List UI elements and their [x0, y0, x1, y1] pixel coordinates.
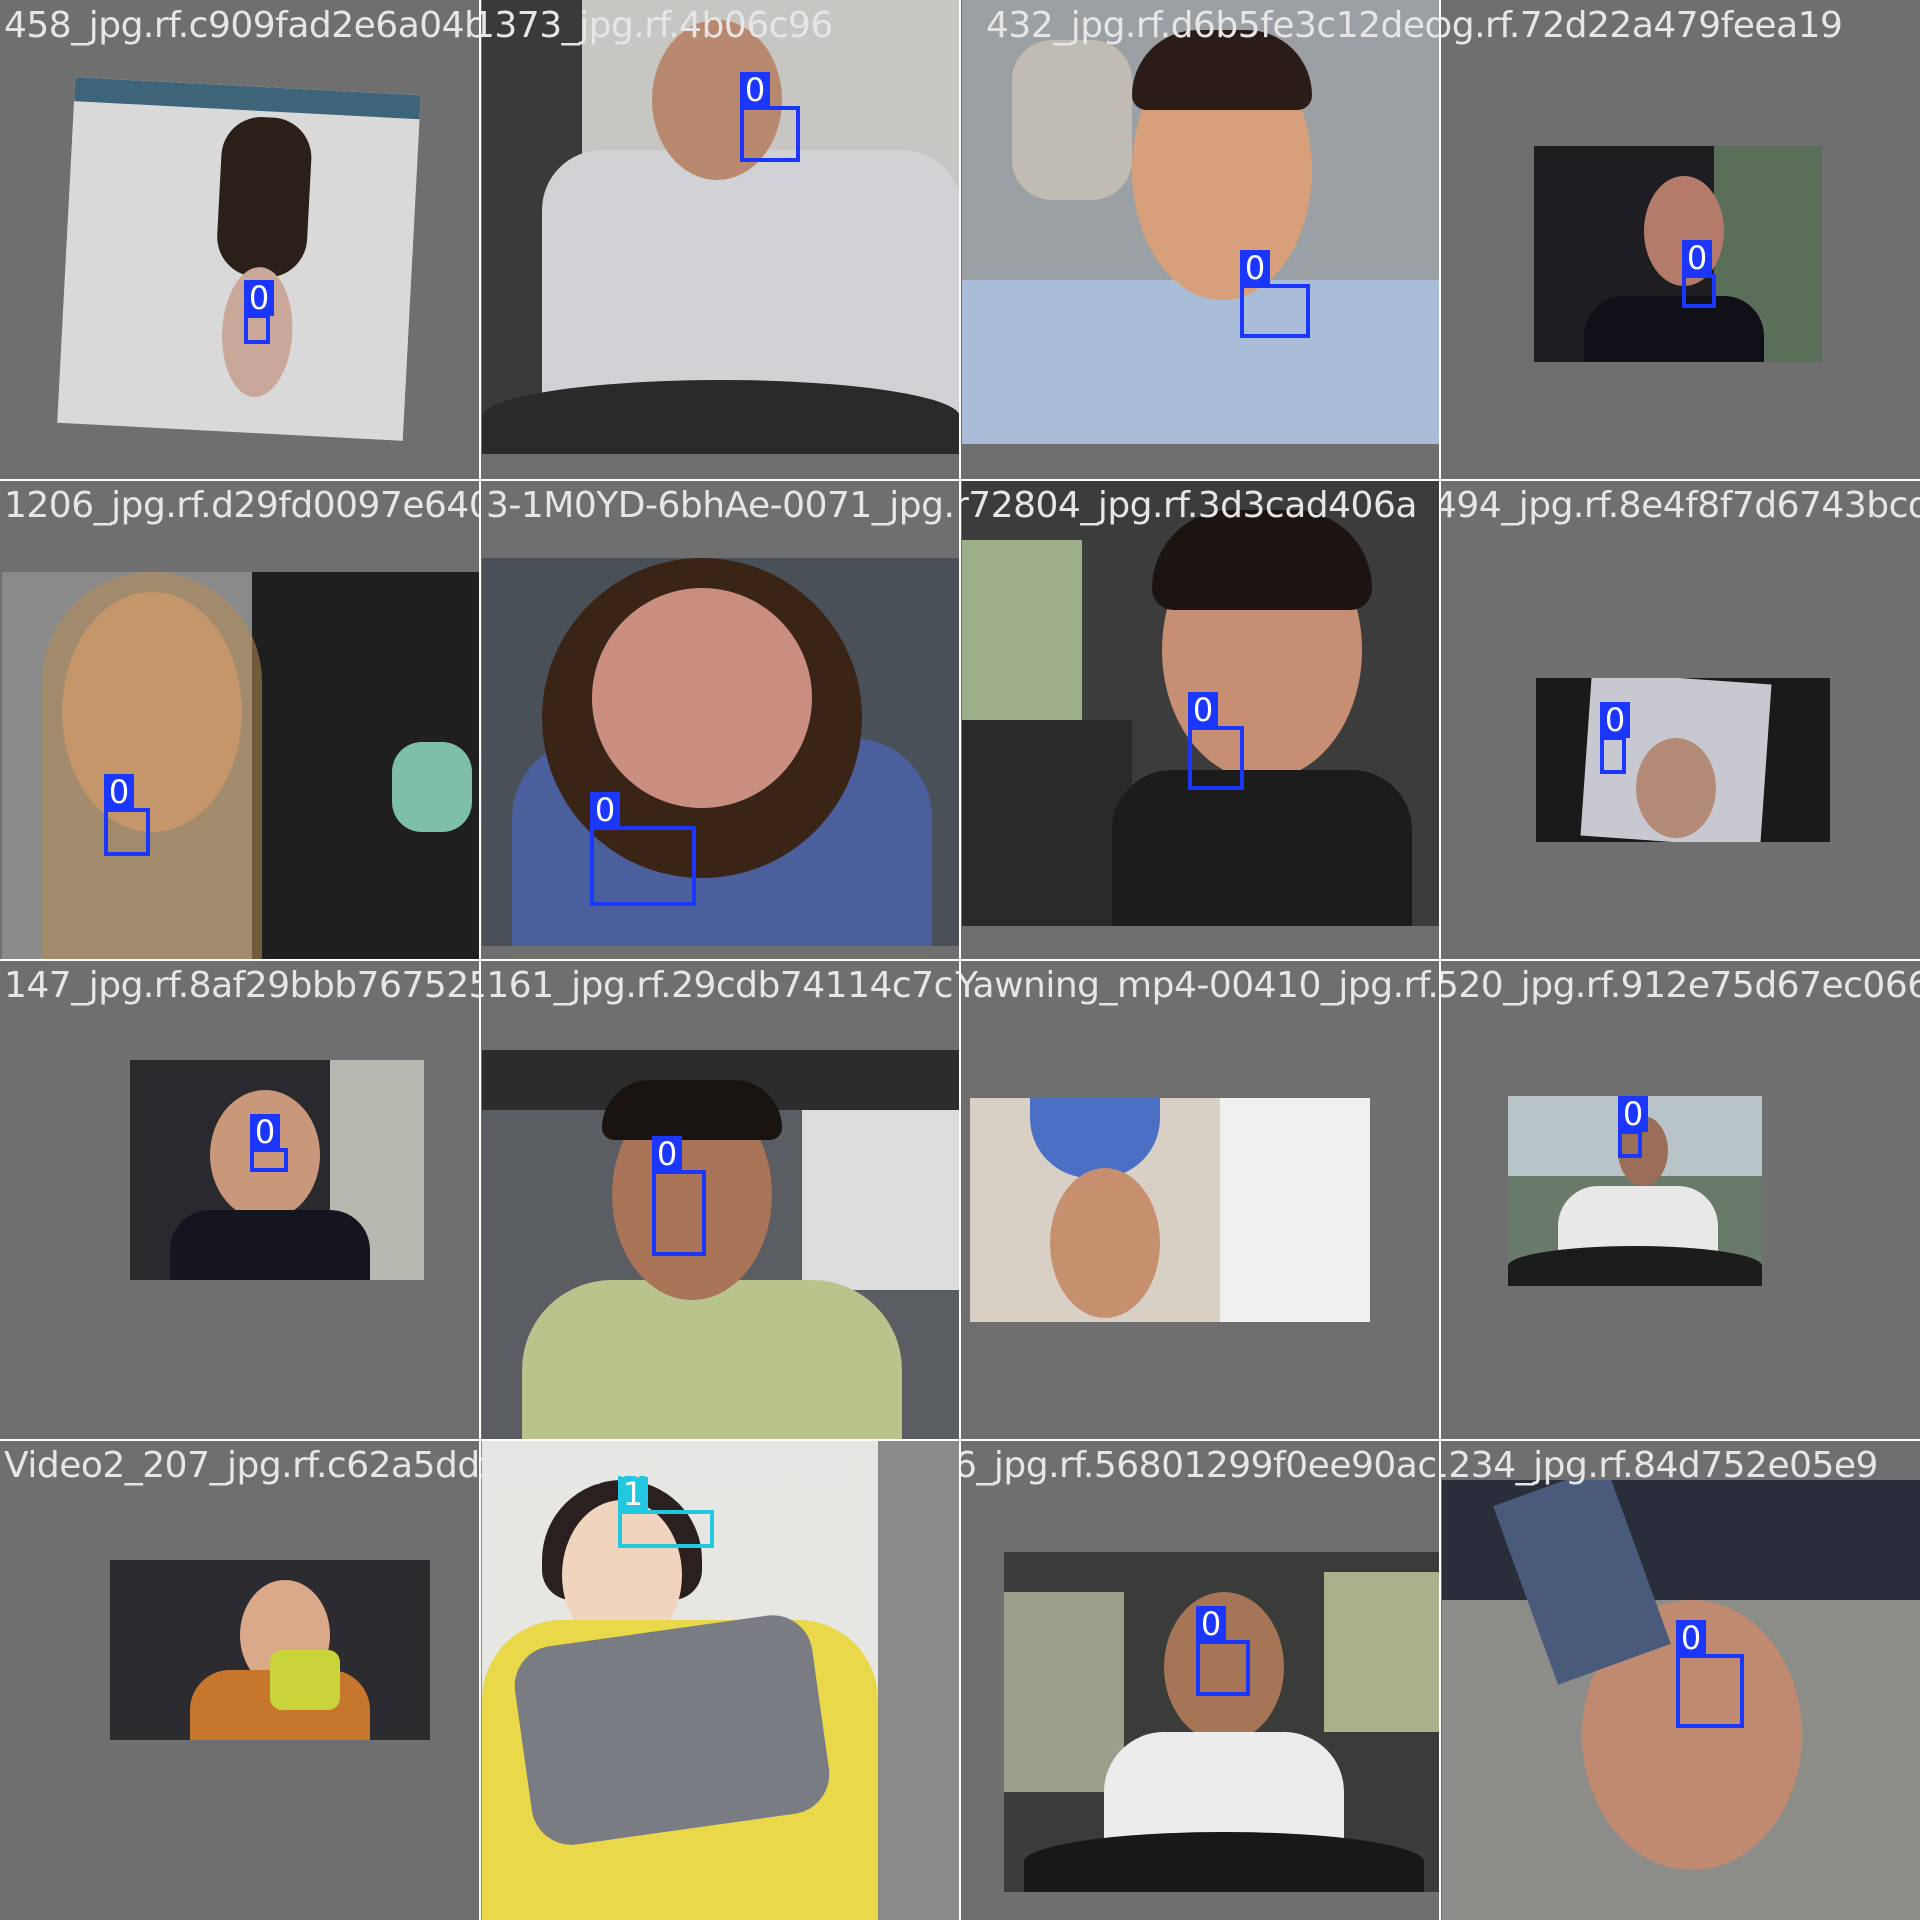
- detection-box: 0: [250, 1114, 288, 1172]
- image-filename: Yawning_mp4-00410_jpg.rf.be: [960, 965, 1440, 1006]
- tile-12: 0 520_jpg.rf.912e75d67ec0660c: [1440, 960, 1920, 1440]
- tile-8: 0 494_jpg.rf.8e4f8f7d6743bcdc: [1440, 480, 1920, 960]
- tile-16: 0 1234_jpg.rf.84d752e05e9: [1440, 1440, 1920, 1920]
- detection-box: 1: [618, 1476, 714, 1548]
- detection-mosaic: 0 458_jpg.rf.c909fad2e6a04b6e3ddbbb9cf82…: [0, 0, 1920, 1920]
- detection-box: 0: [1240, 250, 1310, 338]
- tile-image: [970, 1098, 1370, 1322]
- image-filename: 458_jpg.rf.c909fad2e6a04b6e3ddbbb9cf8267…: [4, 5, 480, 46]
- detection-box: 0: [1600, 702, 1630, 774]
- tile-1: 0 458_jpg.rf.c909fad2e6a04b6e3ddbbb9cf82…: [0, 0, 480, 480]
- tile-14: 1 d75_jpg.rf.5e1367467: [480, 1440, 960, 1920]
- class-tag: 0: [104, 774, 134, 810]
- detection-box: 0: [1682, 240, 1716, 308]
- class-tag: 0: [652, 1136, 682, 1172]
- class-tag: 0: [1682, 240, 1712, 276]
- tile-image: [482, 558, 960, 946]
- detection-box: 0: [1196, 1606, 1250, 1696]
- tile-9: 0 147_jpg.rf.8af29bbb7675252: [0, 960, 480, 1440]
- tile-image: [482, 1050, 960, 1440]
- detection-box: 0: [740, 72, 800, 162]
- image-filename: 432_jpg.rf.d6b5fe3c12ded0: [986, 5, 1440, 46]
- class-tag: 0: [250, 1114, 280, 1150]
- detection-box: 0: [1618, 1096, 1648, 1158]
- tile-image: [1536, 678, 1830, 842]
- tile-image: [1534, 146, 1822, 362]
- tile-2: 0 1373_jpg.rf.4b06c96: [480, 0, 960, 480]
- image-filename: 147_jpg.rf.8af29bbb7675252: [4, 965, 480, 1006]
- image-filename: 9_jpg.rf.72d22a479feea19: [1440, 5, 1843, 46]
- class-tag: 0: [1240, 250, 1270, 286]
- image-filename: 1161_jpg.rf.29cdb74114c7c77c: [480, 965, 960, 1006]
- image-filename: d75_jpg.rf.5e1367467: [480, 1445, 854, 1486]
- tile-5: 0 1206_jpg.rf.d29fd0097e6402: [0, 480, 480, 960]
- class-tag: 0: [1188, 692, 1218, 728]
- tile-15: 0 6_jpg.rf.56801299f0ee90ac: [960, 1440, 1440, 1920]
- class-tag: 0: [1196, 1606, 1226, 1642]
- image-filename: r72804_jpg.rf.3d3cad406a: [960, 485, 1417, 526]
- class-tag: 0: [1600, 702, 1630, 738]
- detection-box: 0: [244, 280, 274, 344]
- class-tag: 0: [740, 72, 770, 108]
- tile-6: 0 3-1M0YD-6bhAe-0071_jpg.: [480, 480, 960, 960]
- image-filename: 494_jpg.rf.8e4f8f7d6743bcdc: [1440, 485, 1920, 526]
- class-tag: 0: [1618, 1096, 1648, 1132]
- class-tag: 0: [590, 792, 620, 828]
- detection-box: 0: [652, 1136, 706, 1256]
- image-filename: 3-1M0YD-6bhAe-0071_jpg.: [486, 485, 955, 526]
- detection-box: 0: [104, 774, 150, 856]
- tile-13: Video2_207_jpg.rf.c62a5dd67: [0, 1440, 480, 1920]
- tile-10: 0 1161_jpg.rf.29cdb74114c7c77c: [480, 960, 960, 1440]
- tile-image: [962, 0, 1440, 444]
- image-filename: 1206_jpg.rf.d29fd0097e6402: [4, 485, 480, 526]
- tile-image: [57, 77, 421, 441]
- detection-box: 0: [590, 792, 696, 906]
- image-filename: 6_jpg.rf.56801299f0ee90ac: [960, 1445, 1437, 1486]
- class-tag: 0: [244, 280, 274, 316]
- tile-11: Yawning_mp4-00410_jpg.rf.be: [960, 960, 1440, 1440]
- image-filename: 520_jpg.rf.912e75d67ec0660c: [1440, 965, 1920, 1006]
- class-tag: 0: [1676, 1620, 1706, 1656]
- tile-7: 0 r72804_jpg.rf.3d3cad406a: [960, 480, 1440, 960]
- tile-4: 0 9_jpg.rf.72d22a479feea19: [1440, 0, 1920, 480]
- detection-box: 0: [1676, 1620, 1744, 1728]
- tile-image: [1004, 1552, 1440, 1892]
- tile-3: 0 432_jpg.rf.d6b5fe3c12ded0: [960, 0, 1440, 480]
- tile-image: [110, 1560, 430, 1740]
- image-filename: 1234_jpg.rf.84d752e05e9: [1440, 1445, 1878, 1486]
- tile-image: [482, 0, 960, 454]
- image-filename: Video2_207_jpg.rf.c62a5dd67: [4, 1445, 480, 1486]
- detection-box: 0: [1188, 692, 1244, 790]
- image-filename: 1373_jpg.rf.4b06c96: [480, 5, 833, 46]
- tile-image: [2, 572, 480, 960]
